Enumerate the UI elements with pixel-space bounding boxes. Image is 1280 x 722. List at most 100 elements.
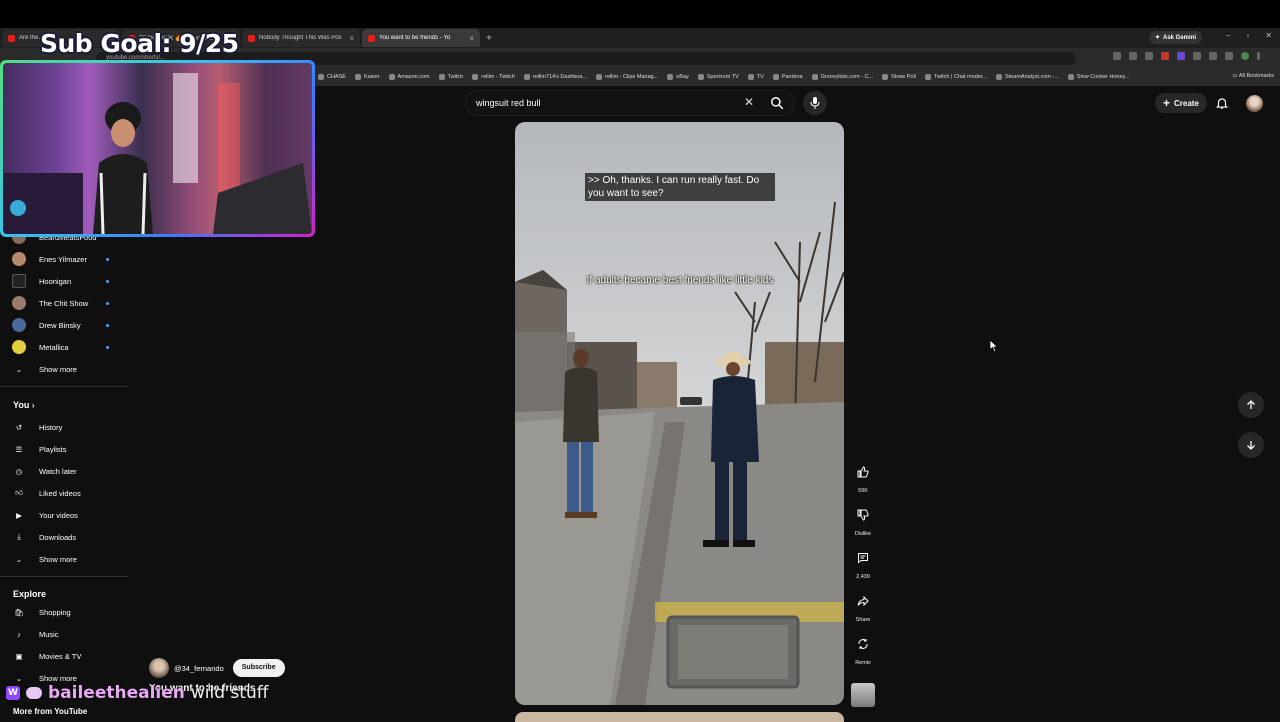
comments-button[interactable]: 2,439: [850, 546, 876, 580]
avatar: [12, 318, 26, 332]
dislike-button[interactable]: Dislike: [850, 503, 876, 537]
close-window-icon[interactable]: ✕: [1265, 31, 1272, 40]
voice-search-button[interactable]: [803, 91, 827, 115]
webcam-overlay: [0, 60, 315, 237]
bookmark-item[interactable]: rellim - Clips Manag...: [596, 74, 658, 80]
sidebar-item-history[interactable]: ↺ History: [0, 417, 128, 437]
you-section-header[interactable]: You ›: [13, 400, 35, 410]
sound-source-thumbnail[interactable]: [851, 683, 875, 707]
tab-3[interactable]: You want to be friends - Yo ×: [362, 29, 480, 47]
bookmark-item[interactable]: Pandora: [772, 74, 803, 80]
sidebar-item-label: Music: [39, 629, 59, 639]
sidebar-item-subscription[interactable]: Hoonigan: [0, 271, 128, 291]
next-short-button[interactable]: [1238, 432, 1264, 458]
comment-count: 2,439: [856, 574, 870, 580]
like-button[interactable]: 59K: [850, 460, 876, 494]
sidebar-item-subscription[interactable]: Metallica: [0, 337, 128, 357]
sidebar-item-subscription[interactable]: Enes Yilmazer: [0, 249, 128, 269]
subscribe-button[interactable]: Subscribe: [232, 659, 285, 677]
sidebar-item-your-videos[interactable]: ▶ Your videos: [0, 505, 128, 525]
zoom-icon[interactable]: [1113, 52, 1121, 60]
bookmark-label: rellim - Clips Manag...: [605, 74, 659, 80]
streamer-image: [3, 63, 312, 234]
bookmark-favicon-icon: [924, 74, 931, 80]
sidebar-item-playlists[interactable]: ☰ Playlists: [0, 439, 128, 459]
download-icon: ⤓: [17, 532, 21, 541]
new-content-dot: [106, 279, 109, 283]
account-avatar[interactable]: [1246, 95, 1263, 112]
sidebar-item-liked-videos[interactable]: 👍︎ Liked videos: [0, 483, 128, 503]
bookmark-item[interactable]: Straw Poll: [882, 74, 916, 80]
close-tab-icon[interactable]: ×: [349, 34, 354, 43]
bookmark-item[interactable]: SteamAnalyst.com -...: [996, 74, 1059, 80]
sidebar-item-shopping[interactable]: 🛍︎ Shopping: [0, 602, 128, 622]
video-icon: ▶: [16, 510, 22, 520]
tab-2[interactable]: Nobody Thought This Was Pos ×: [242, 29, 360, 47]
tab-label: You want to be friends - Yo: [379, 35, 451, 41]
menu-icon[interactable]: [1257, 52, 1260, 60]
remix-button[interactable]: Remix: [850, 632, 876, 666]
search-icon[interactable]: [770, 96, 784, 110]
extension-icon[interactable]: [1161, 52, 1169, 60]
sidebar-item-label: Movies & TV: [39, 651, 82, 661]
film-icon: ▣: [15, 651, 23, 661]
all-bookmarks[interactable]: ▭ All Bookmarks: [1232, 73, 1274, 79]
download-icon[interactable]: [1225, 52, 1233, 60]
sidebar-item-subscription[interactable]: Drew Binsky: [0, 315, 128, 335]
ask-gemini-button[interactable]: ✦ Ask Gemini: [1148, 31, 1202, 44]
bookmark-favicon-icon: [772, 74, 779, 80]
chevron-down-icon: ⌄: [15, 554, 23, 564]
bookmark-favicon-icon: [667, 74, 674, 80]
share-button[interactable]: Share: [850, 589, 876, 623]
notifications-bell-icon[interactable]: [1215, 96, 1229, 110]
puzzle-icon[interactable]: [1193, 52, 1201, 60]
bookmark-item[interactable]: eBay: [667, 74, 689, 80]
install-icon[interactable]: [1129, 52, 1137, 60]
bookmark-item[interactable]: Spectrum TV: [697, 74, 739, 80]
bookmark-item[interactable]: rellim - Twitch: [472, 74, 515, 80]
close-tab-icon[interactable]: ×: [469, 34, 474, 43]
video-caption-overlay: If adults became best friends like littl…: [586, 275, 774, 286]
channel-name[interactable]: @34_fernando: [174, 664, 224, 673]
sidebar-item-music[interactable]: ♪ Music: [0, 624, 128, 644]
bookmark-item[interactable]: Twitch: [438, 74, 463, 80]
bookmark-item[interactable]: TV: [747, 74, 764, 80]
next-short-preview[interactable]: [515, 712, 844, 722]
avatar[interactable]: [149, 658, 169, 678]
section-title: You: [13, 400, 30, 410]
clock-icon: ◷: [15, 466, 23, 476]
bookmark-item[interactable]: CHASE: [318, 74, 346, 80]
bookmark-item[interactable]: Amazon.com: [388, 74, 430, 80]
webcam-feed: [3, 63, 312, 234]
bookmark-favicon-icon: [811, 74, 818, 80]
sidebar-item-subscription[interactable]: The Chit Show: [0, 293, 128, 313]
new-tab-button[interactable]: +: [486, 33, 492, 44]
bookmark-favicon-icon: [996, 74, 1002, 80]
star-icon[interactable]: [1145, 52, 1153, 60]
sidebar-item-downloads[interactable]: ⤓ Downloads: [0, 527, 128, 547]
sidepanel-icon[interactable]: [1209, 52, 1217, 60]
minimize-icon[interactable]: –: [1226, 31, 1230, 40]
bookmark-item[interactable]: Twitch | Chat moder...: [924, 74, 987, 80]
sidebar-item-label: Show more: [39, 364, 77, 374]
profile-icon[interactable]: [1241, 52, 1249, 60]
previous-short-button[interactable]: [1238, 392, 1264, 418]
bookmark-item[interactable]: rellim714's Dashboa...: [523, 74, 587, 80]
bookmark-label: SteamAnalyst.com -...: [1005, 74, 1059, 80]
sidebar-item-movies-tv[interactable]: ▣ Movies & TV: [0, 646, 128, 666]
restore-icon[interactable]: ▫: [1246, 31, 1249, 40]
bookmark-item[interactable]: Groovylists.com - C...: [811, 74, 874, 80]
sidebar: BeardMeatsFood Enes Yilmazer Hoonigan Th…: [0, 230, 128, 720]
clear-search-icon[interactable]: ✕: [744, 95, 754, 109]
show-more-subscriptions[interactable]: ⌄ Show more: [0, 359, 128, 379]
create-button[interactable]: + Create: [1155, 93, 1207, 113]
bookmark-label: Groovylists.com - C...: [820, 74, 874, 80]
short-video-player[interactable]: [515, 122, 844, 705]
sidebar-item-label: Metallica: [39, 342, 69, 352]
bookmark-item[interactable]: Kaiser: [354, 74, 380, 80]
bookmark-item[interactable]: Slow Cooker Honey...: [1067, 74, 1130, 80]
extension-icon[interactable]: [1177, 52, 1185, 60]
bookmark-label: Spectrum TV: [706, 74, 739, 80]
show-more-you[interactable]: ⌄ Show more: [0, 549, 128, 569]
sidebar-item-watch-later[interactable]: ◷ Watch later: [0, 461, 128, 481]
